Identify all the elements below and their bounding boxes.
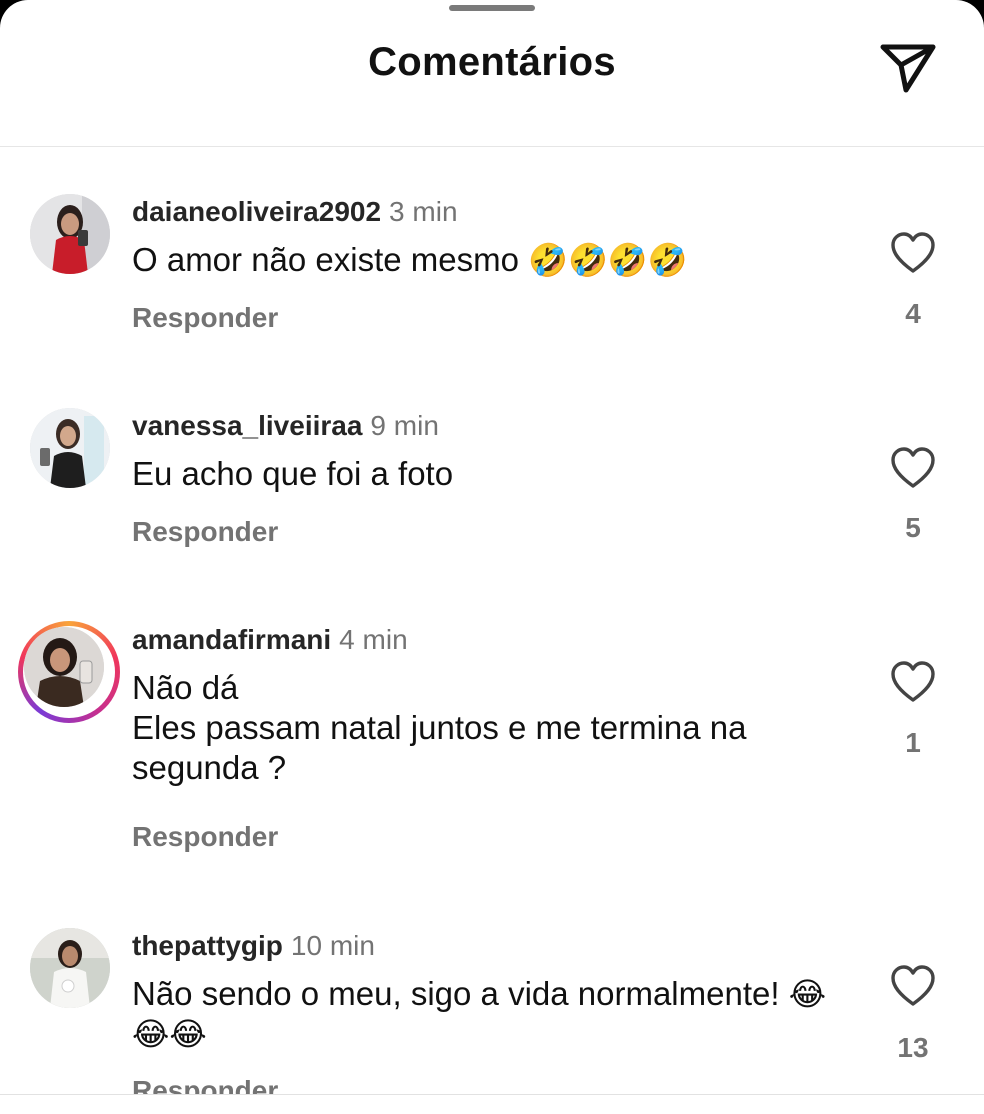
like-count: 4 xyxy=(905,298,921,329)
like-button[interactable] xyxy=(889,964,937,1008)
comment-time: 3 min xyxy=(389,196,458,227)
comment-body: Não sendo o meu, sigo a vida normalmente… xyxy=(132,975,780,1012)
reply-button[interactable]: Responder xyxy=(132,302,278,334)
like-button[interactable] xyxy=(889,231,937,275)
heart-icon xyxy=(891,661,935,702)
reply-button[interactable]: Responder xyxy=(132,821,278,853)
comment-body: O amor não existe mesmo xyxy=(132,241,519,278)
avatar[interactable] xyxy=(30,194,110,274)
comment-meta: daianeoliveira2902 3 min xyxy=(132,196,458,228)
comment-text: O amor não existe mesmo 🤣🤣🤣🤣 xyxy=(132,240,852,280)
comment-body: Eu acho que foi a foto xyxy=(132,455,454,492)
comment-input-bar xyxy=(0,1094,984,1114)
comment-username[interactable]: vanessa_liveiiraa xyxy=(132,410,362,441)
comment-time: 9 min xyxy=(370,410,439,441)
heart-icon xyxy=(891,965,935,1006)
reply-button[interactable]: Responder xyxy=(132,516,278,548)
comment-text: Eu acho que foi a foto xyxy=(132,454,852,494)
comment-meta: thepattygip 10 min xyxy=(132,930,375,962)
like-count: 1 xyxy=(905,727,921,758)
comment-emoji: 🤣🤣🤣🤣 xyxy=(528,241,688,279)
comments-sheet: Comentários daianeoliveira2902 3 min O am… xyxy=(0,0,984,1114)
comment-body: Não dá Eles passam natal juntos e me ter… xyxy=(132,669,747,786)
like-button[interactable] xyxy=(889,660,937,704)
comment-time: 4 min xyxy=(339,624,408,655)
comment-username[interactable]: daianeoliveira2902 xyxy=(132,196,381,227)
avatar[interactable] xyxy=(30,408,110,488)
sheet-grabber-handle[interactable] xyxy=(449,5,535,11)
like-count: 5 xyxy=(905,512,921,543)
page-title: Comentários xyxy=(368,40,616,84)
header-divider xyxy=(0,146,984,147)
comment-text: Não sendo o meu, sigo a vida normalmente… xyxy=(132,974,852,1054)
heart-icon xyxy=(891,447,935,488)
share-button[interactable] xyxy=(874,36,942,98)
avatar xyxy=(24,627,104,707)
avatar[interactable] xyxy=(30,928,110,1008)
comment-text: Não dá Eles passam natal juntos e me ter… xyxy=(132,668,852,788)
comment-meta: vanessa_liveiiraa 9 min xyxy=(132,410,439,442)
comment-meta: amandafirmani 4 min xyxy=(132,624,408,656)
heart-icon xyxy=(891,232,935,273)
like-button[interactable] xyxy=(889,446,937,490)
paper-plane-icon xyxy=(880,44,936,93)
comment-time: 10 min xyxy=(290,930,375,961)
like-count: 13 xyxy=(897,1032,929,1063)
comment-username[interactable]: thepattygip xyxy=(132,930,283,961)
story-ring[interactable] xyxy=(18,621,120,723)
comment-username[interactable]: amandafirmani xyxy=(132,624,331,655)
